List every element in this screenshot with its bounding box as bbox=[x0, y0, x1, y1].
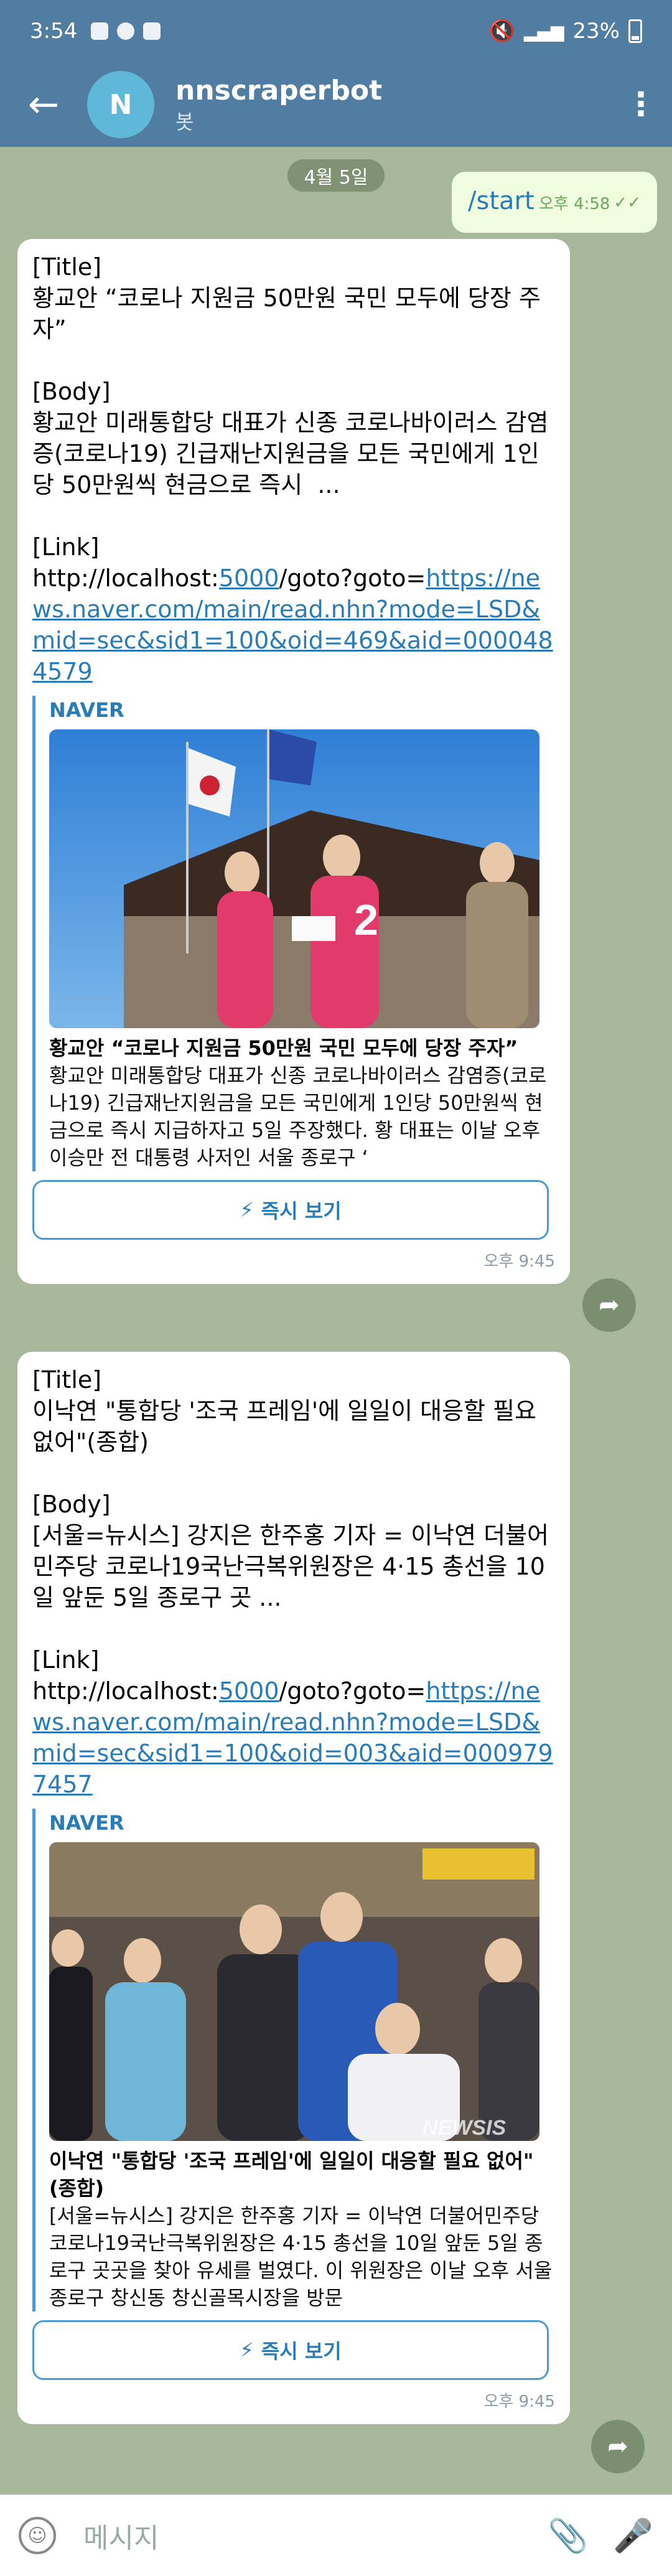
chat-title-block[interactable]: nnscraperbot 봇 bbox=[175, 73, 382, 136]
title-tag: [Title] bbox=[32, 253, 102, 281]
preview-title: 황교안 “코로나 지원금 50만원 국민 모두에 당장 주자” bbox=[49, 1036, 518, 1060]
incoming-message[interactable]: [Title] 이낙연 "통합당 '조국 프레임'에 일일이 대응할 필요 없어… bbox=[17, 1352, 570, 2424]
message-input[interactable]: 메시지 bbox=[83, 2516, 523, 2555]
status-bar: 3:54 🔇 ▂▄▆ 23% bbox=[0, 0, 672, 62]
message-title: 황교안 “코로나 지원금 50만원 국민 모두에 당장 주자” bbox=[32, 284, 541, 343]
microphone-icon[interactable]: 🎤 bbox=[613, 2517, 653, 2555]
arrow-left-icon: ← bbox=[27, 83, 60, 126]
preview-photo[interactable]: 2 bbox=[49, 729, 539, 1028]
signal-icon: ▂▄▆ bbox=[523, 21, 564, 42]
title-tag: [Title] bbox=[32, 1366, 102, 1393]
localhost-port-link[interactable]: 5000 bbox=[219, 564, 279, 592]
message-link: http://localhost:5000/goto?goto=https://… bbox=[32, 564, 553, 685]
message-time: 오후 9:45 bbox=[483, 1252, 556, 1271]
back-button[interactable]: ← bbox=[0, 62, 87, 147]
more-vertical-icon: ⋮ bbox=[625, 86, 657, 123]
svg-text:2: 2 bbox=[354, 896, 378, 944]
message-body: [서울=뉴시스] 강지은 한주홍 기자 = 이낙연 더불어민주당 코로나19국난… bbox=[32, 1522, 549, 1611]
notification-icon bbox=[91, 22, 109, 40]
link-preview[interactable]: NAVER NEWSIS 이낙연 "통합당 '조국 프레임'에 일일이 대응할 … bbox=[32, 1809, 555, 2311]
message-composer: ☺ 메시지 📎 🎤 bbox=[0, 2494, 672, 2576]
more-menu-button[interactable]: ⋮ bbox=[610, 62, 672, 147]
preview-description: [서울=뉴시스] 강지은 한주홍 기자 = 이낙연 더불어민주당 코로나19국난… bbox=[49, 2204, 553, 2310]
preview-title: 이낙연 "통합당 '조국 프레임'에 일일이 대응할 필요 없어"(종합) bbox=[49, 2149, 534, 2200]
message-title: 이낙연 "통합당 '조국 프레임'에 일일이 대응할 필요 없어"(종합) bbox=[32, 1397, 544, 1456]
preview-site-name: NAVER bbox=[49, 698, 124, 722]
link-preview[interactable]: NAVER 2 황교안 “코로나 지원금 50만원 국민 모두에 당장 주자” … bbox=[32, 696, 555, 1171]
message-time: 오후 4:58 bbox=[538, 195, 610, 213]
chat-header: ← N nnscraperbot 봇 ⋮ bbox=[0, 62, 672, 147]
avatar[interactable]: N bbox=[87, 71, 154, 138]
lightning-icon: ⚡ bbox=[240, 2338, 254, 2362]
share-button[interactable]: ➦ bbox=[582, 1278, 636, 1332]
incoming-message[interactable]: [Title] 황교안 “코로나 지원금 50만원 국민 모두에 당장 주자” … bbox=[17, 239, 570, 1284]
date-separator: 4월 5일 bbox=[287, 159, 385, 192]
preview-description: 황교안 미래통합당 대표가 신종 코로나바이러스 감염증(코로나19) 긴급재난… bbox=[49, 1064, 547, 1169]
localhost-port-link[interactable]: 5000 bbox=[219, 1677, 279, 1705]
message-body: 황교안 미래통합당 대표가 신종 코로나바이러스 감염증(코로나19) 긴급재난… bbox=[32, 409, 549, 499]
cloud-icon bbox=[117, 22, 135, 40]
preview-site-name: NAVER bbox=[49, 1811, 124, 1835]
instant-view-button[interactable]: ⚡ 즉시 보기 bbox=[32, 1180, 549, 1240]
mute-icon: 🔇 bbox=[488, 19, 515, 44]
status-time: 3:54 bbox=[30, 19, 78, 44]
photo-watermark: NEWSIS bbox=[422, 2116, 506, 2140]
share-arrow-icon: ➦ bbox=[607, 2432, 628, 2461]
attach-icon[interactable]: 📎 bbox=[548, 2517, 589, 2555]
chat-subtitle: 봇 bbox=[175, 110, 194, 134]
link-tag: [Link] bbox=[32, 533, 100, 561]
chat-title: nnscraperbot bbox=[175, 75, 383, 106]
body-tag: [Body] bbox=[32, 1491, 111, 1518]
share-button[interactable]: ➦ bbox=[591, 2420, 645, 2473]
emoji-icon[interactable]: ☺ bbox=[19, 2517, 56, 2554]
lightning-icon: ⚡ bbox=[240, 1198, 254, 1222]
body-tag: [Body] bbox=[32, 378, 111, 405]
instant-view-button[interactable]: ⚡ 즉시 보기 bbox=[32, 2320, 549, 2380]
command-link[interactable]: /start bbox=[468, 187, 534, 215]
double-check-icon: ✓✓ bbox=[614, 193, 641, 212]
message-link: http://localhost:5000/goto?goto=https://… bbox=[32, 1677, 553, 1798]
battery-icon bbox=[628, 19, 642, 43]
share-arrow-icon: ➦ bbox=[599, 1291, 620, 1319]
battery-percent: 23% bbox=[572, 19, 620, 44]
message-time: 오후 9:45 bbox=[483, 2392, 556, 2411]
preview-photo[interactable]: NEWSIS bbox=[49, 1842, 539, 2141]
link-tag: [Link] bbox=[32, 1646, 100, 1674]
outgoing-message[interactable]: /start 오후 4:58 ✓✓ bbox=[452, 172, 657, 233]
gallery-icon bbox=[143, 22, 161, 40]
